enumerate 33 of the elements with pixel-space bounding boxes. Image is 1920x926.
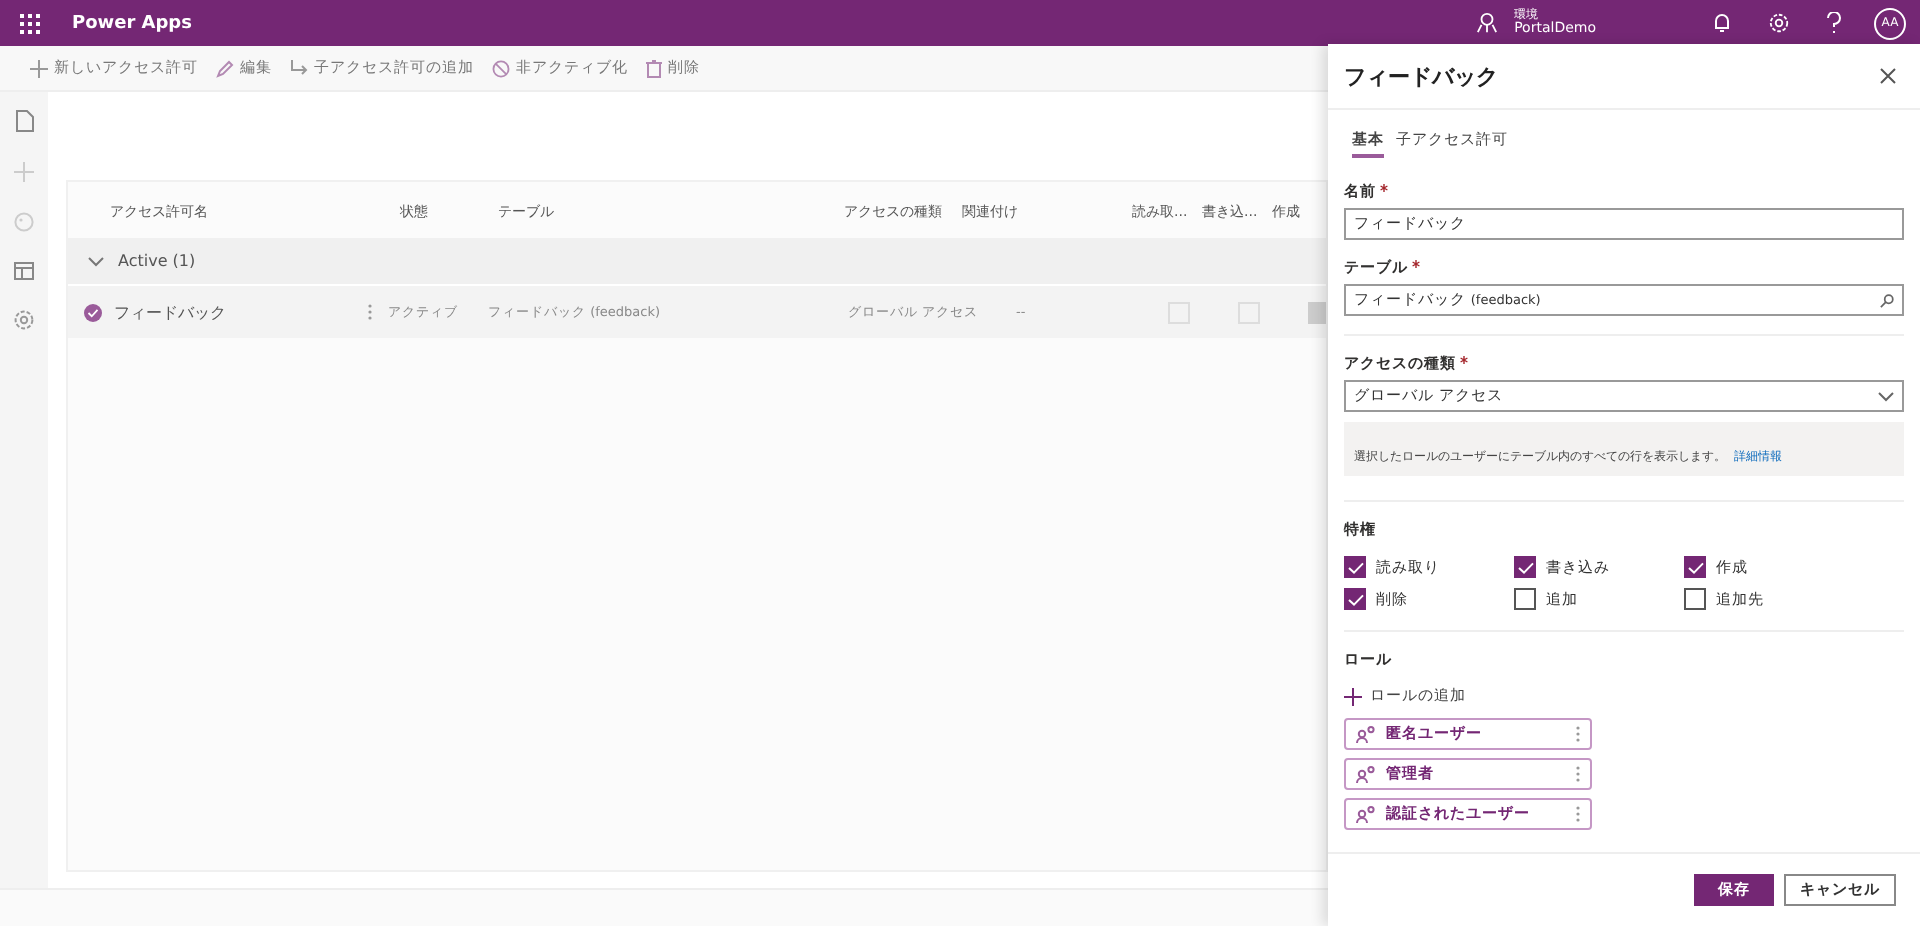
app-launcher-icon[interactable] [20,13,40,33]
plus-icon [1344,687,1362,705]
branch-arrow-icon [290,59,308,77]
checkbox[interactable] [1344,556,1366,578]
app-name: Power Apps [72,13,192,33]
people-icon [1356,765,1376,783]
required-asterisk-icon [1412,260,1420,268]
checkbox[interactable] [1514,588,1536,610]
search-icon[interactable] [1880,293,1894,307]
pencil-icon [216,59,234,77]
checkbox[interactable] [1514,556,1536,578]
help-icon[interactable] [1826,12,1842,34]
block-icon [492,59,510,77]
people-icon [1356,725,1376,743]
group-label: Active (1) [118,252,196,270]
plus-icon [30,59,48,77]
page-icon[interactable] [15,110,33,132]
close-icon[interactable] [1880,68,1896,84]
notification-bell-icon[interactable] [1712,12,1732,34]
chevron-icon[interactable] [88,255,104,267]
people-icon [1356,805,1376,823]
checkbox[interactable] [1344,588,1366,610]
checkbox[interactable] [1684,588,1706,610]
checkbox[interactable] [1684,556,1706,578]
chevron-down-icon [1878,391,1894,401]
check-circle-icon [84,303,102,321]
trash-icon [646,59,662,77]
panel-title: フィードバック [1344,61,1498,91]
table-icon[interactable] [14,262,34,280]
environment-icon [1476,12,1499,34]
required-asterisk-icon [1380,184,1388,192]
required-asterisk-icon [1460,356,1468,364]
table-cell[interactable]: フィードバック [114,301,226,323]
